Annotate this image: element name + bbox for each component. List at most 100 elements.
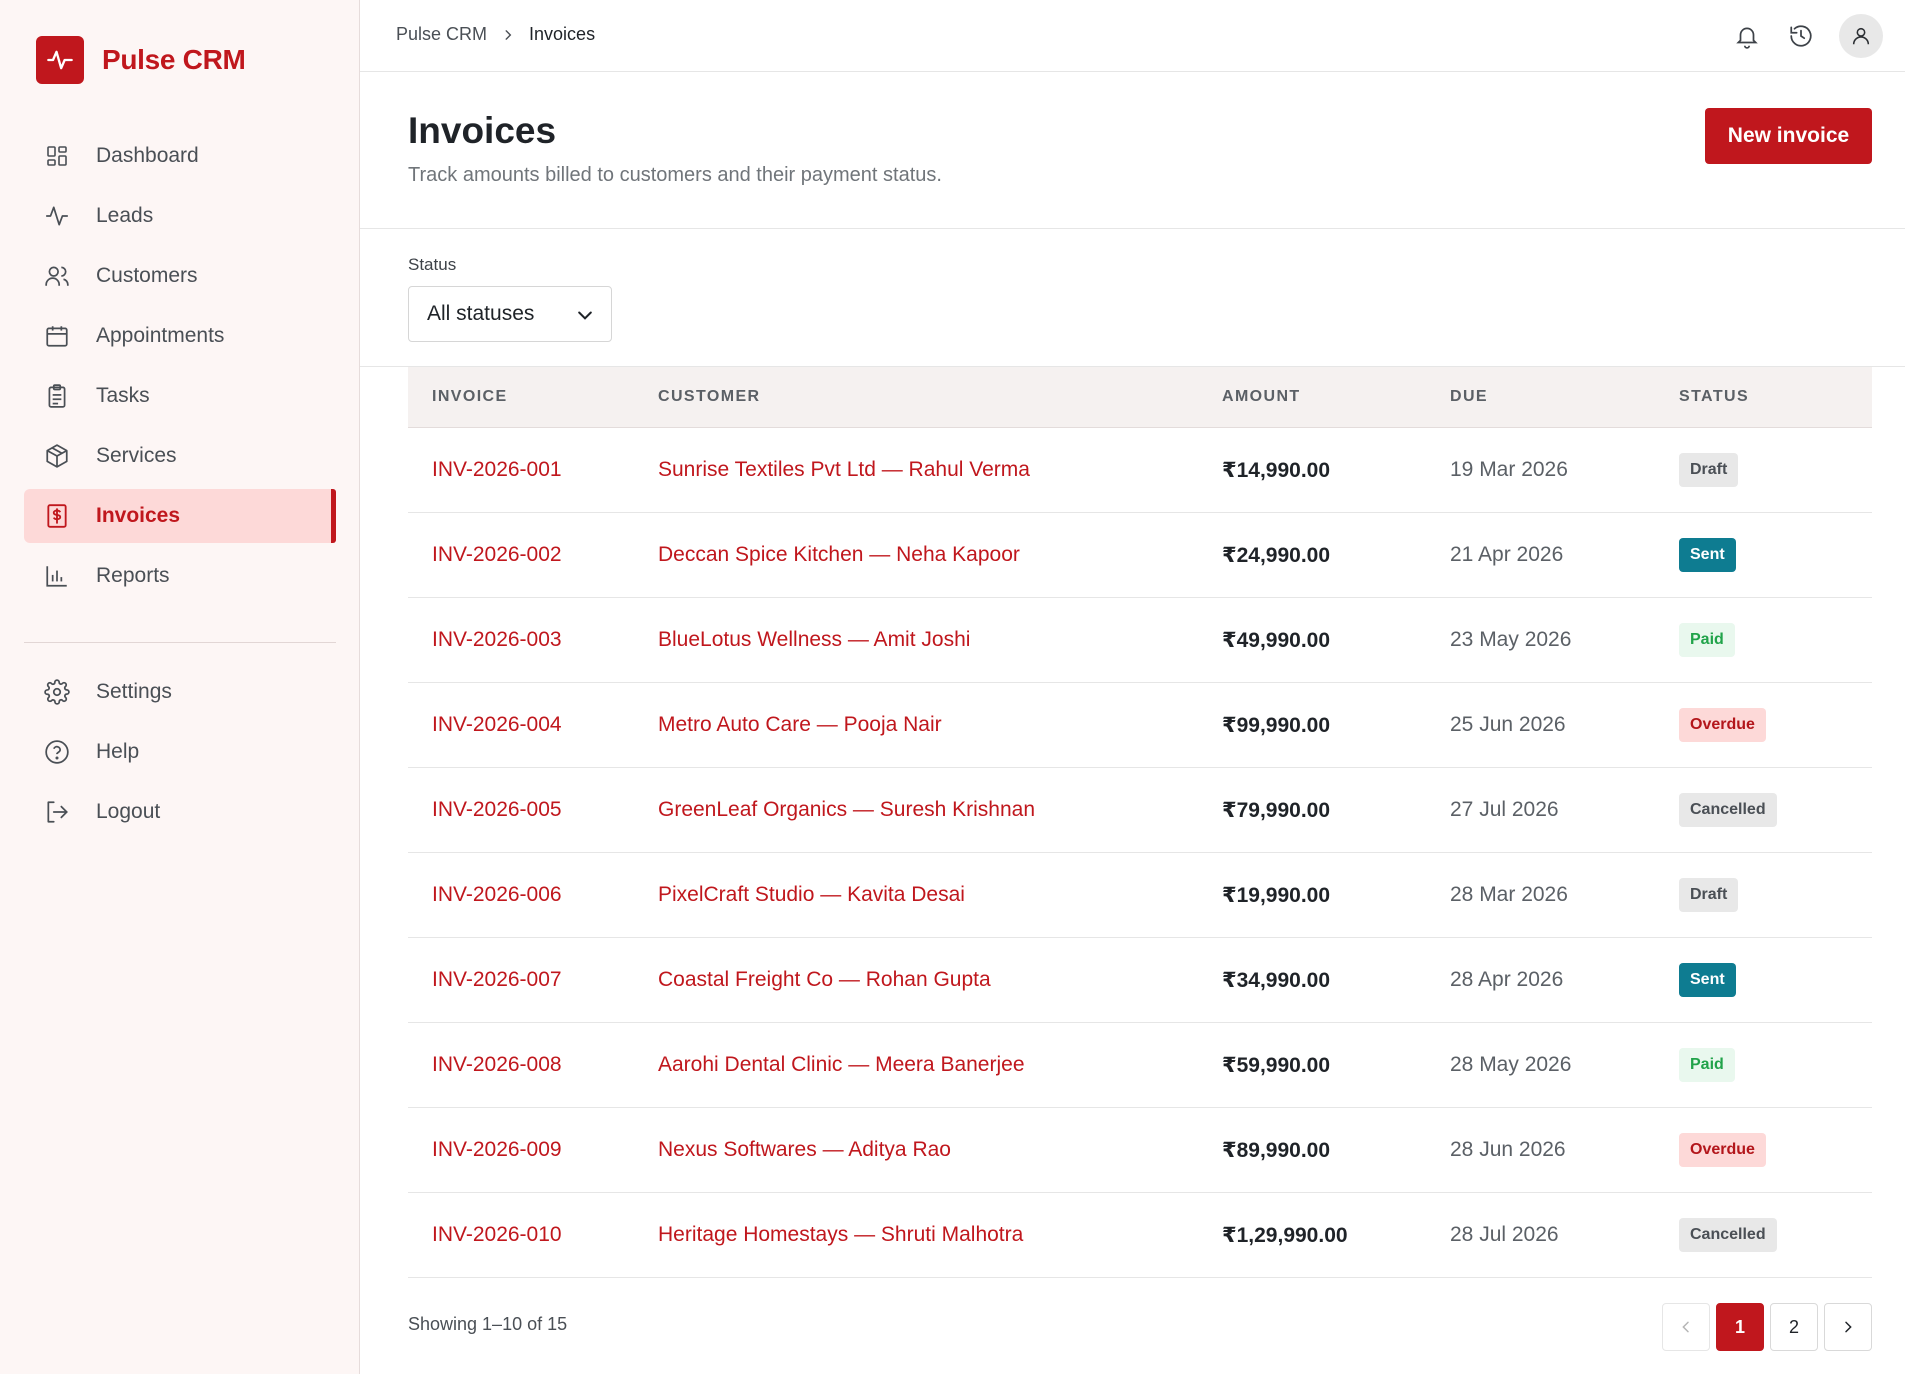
top-bar: Pulse CRM Invoices — [360, 0, 1905, 72]
sidebar-item-tasks[interactable]: Tasks — [24, 369, 336, 423]
sidebar-item-label: Customers — [96, 264, 198, 287]
invoice-link[interactable]: INV-2026-006 — [408, 883, 658, 907]
due-date-cell: 25 Jun 2026 — [1450, 713, 1566, 736]
invoice-link[interactable]: INV-2026-007 — [408, 968, 658, 992]
table-row[interactable]: INV-2026-006 PixelCraft Studio — Kavita D… — [408, 853, 1872, 938]
status-badge: Paid — [1679, 623, 1735, 657]
due-date-cell: 21 Apr 2026 — [1450, 543, 1564, 566]
column-header-status[interactable]: STATUS — [1679, 388, 1872, 406]
sidebar-item-label: Settings — [96, 680, 172, 703]
table-row[interactable]: INV-2026-005 GreenLeaf Organics — Suresh … — [408, 768, 1872, 853]
invoice-link[interactable]: INV-2026-003 — [408, 628, 658, 652]
status-filter-select[interactable]: All statuses — [408, 286, 612, 342]
table-row[interactable]: INV-2026-009 Nexus Softwares — Aditya Rao… — [408, 1108, 1872, 1193]
amount-cell: ₹49,990.00 — [1222, 628, 1331, 652]
due-date-cell: 28 Apr 2026 — [1450, 968, 1564, 991]
dashboard-icon — [42, 141, 72, 171]
customer-link[interactable]: Sunrise Textiles Pvt Ltd — Rahul Verma — [658, 458, 1222, 482]
clipboard-icon — [42, 381, 72, 411]
status-cell: Overdue — [1679, 1133, 1872, 1167]
customer-link[interactable]: Aarohi Dental Clinic — Meera Banerjee — [658, 1053, 1222, 1077]
amount-cell: ₹89,990.00 — [1222, 1138, 1331, 1162]
chevron-down-icon — [575, 305, 595, 325]
sidebar-item-label: Appointments — [96, 324, 225, 347]
customer-link[interactable]: Nexus Softwares — Aditya Rao — [658, 1138, 1222, 1162]
page-button-1[interactable]: 1 — [1716, 1303, 1764, 1351]
sidebar-item-help[interactable]: Help — [24, 725, 336, 779]
amount-cell: ₹79,990.00 — [1222, 798, 1331, 822]
page-button-2[interactable]: 2 — [1770, 1303, 1818, 1351]
status-cell: Sent — [1679, 963, 1872, 997]
customer-link[interactable]: PixelCraft Studio — Kavita Desai — [658, 883, 1222, 907]
sidebar-item-reports[interactable]: Reports — [24, 549, 336, 603]
sidebar-item-invoices[interactable]: Invoices — [24, 489, 336, 543]
table-header: INVOICE CUSTOMER AMOUNT DUE STATUS — [408, 367, 1872, 428]
invoice-link[interactable]: INV-2026-002 — [408, 543, 658, 567]
users-icon — [42, 261, 72, 291]
due-date-cell: 27 Jul 2026 — [1450, 798, 1559, 821]
page-title: Invoices — [408, 110, 557, 151]
customer-link[interactable]: GreenLeaf Organics — Suresh Krishnan — [658, 798, 1222, 822]
sidebar-item-label: Help — [96, 740, 140, 763]
sidebar-item-leads[interactable]: Leads — [24, 189, 336, 243]
amount-cell: ₹59,990.00 — [1222, 1053, 1331, 1077]
customer-link[interactable]: Heritage Homestays — Shruti Malhotra — [658, 1223, 1222, 1247]
sidebar-item-label: Leads — [96, 204, 154, 227]
breadcrumb-current: Invoices — [529, 24, 596, 44]
invoice-link[interactable]: INV-2026-004 — [408, 713, 658, 737]
table-row[interactable]: INV-2026-004 Metro Auto Care — Pooja Nair… — [408, 683, 1872, 768]
due-date-cell: 19 Mar 2026 — [1450, 458, 1568, 481]
sidebar-item-logout[interactable]: Logout — [24, 785, 336, 839]
column-header-due[interactable]: DUE — [1450, 388, 1679, 406]
sidebar-item-label: Dashboard — [96, 144, 199, 167]
column-header-invoice[interactable]: INVOICE — [408, 388, 658, 406]
table-footer: Showing 1–10 of 15 1 2 — [360, 1278, 1905, 1374]
sidebar-item-customers[interactable]: Customers — [24, 249, 336, 303]
status-badge: Paid — [1679, 1048, 1735, 1082]
table-row[interactable]: INV-2026-007 Coastal Freight Co — Rohan G… — [408, 938, 1872, 1023]
sidebar-item-appointments[interactable]: Appointments — [24, 309, 336, 363]
column-header-amount[interactable]: AMOUNT — [1222, 388, 1450, 406]
table-row[interactable]: INV-2026-008 Aarohi Dental Clinic — Meera… — [408, 1023, 1872, 1108]
due-date-cell: 28 Jul 2026 — [1450, 1223, 1559, 1246]
brand[interactable]: Pulse CRM — [36, 36, 246, 84]
customer-link[interactable]: Deccan Spice Kitchen — Neha Kapoor — [658, 543, 1222, 567]
amount-cell: ₹99,990.00 — [1222, 713, 1331, 737]
breadcrumb-root[interactable]: Pulse CRM — [396, 24, 487, 45]
invoice-link[interactable]: INV-2026-005 — [408, 798, 658, 822]
table-row[interactable]: INV-2026-003 BlueLotus Wellness — Amit Jo… — [408, 598, 1872, 683]
status-badge: Sent — [1679, 538, 1736, 572]
avatar[interactable] — [1839, 14, 1883, 58]
invoice-link[interactable]: INV-2026-010 — [408, 1223, 658, 1247]
brand-name: Pulse CRM — [102, 44, 246, 75]
table-row[interactable]: INV-2026-001 Sunrise Textiles Pvt Ltd — R… — [408, 428, 1872, 513]
sidebar-item-dashboard[interactable]: Dashboard — [24, 129, 336, 183]
breadcrumb: Pulse CRM Invoices — [396, 24, 595, 45]
secondary-nav: Settings Help Logout — [24, 665, 336, 845]
column-header-customer[interactable]: CUSTOMER — [658, 388, 1222, 406]
filter-bar: Status All statuses — [360, 229, 1905, 367]
sidebar-item-settings[interactable]: Settings — [24, 665, 336, 719]
table-row[interactable]: INV-2026-002 Deccan Spice Kitchen — Neha … — [408, 513, 1872, 598]
amount-cell: ₹14,990.00 — [1222, 458, 1331, 482]
invoice-link[interactable]: INV-2026-009 — [408, 1138, 658, 1162]
table-row[interactable]: INV-2026-010 Heritage Homestays — Shruti … — [408, 1193, 1872, 1278]
invoice-link[interactable]: INV-2026-008 — [408, 1053, 658, 1077]
bell-icon[interactable] — [1725, 14, 1769, 58]
invoice-link[interactable]: INV-2026-001 — [408, 458, 658, 482]
next-page-button[interactable] — [1824, 1303, 1872, 1351]
customer-link[interactable]: BlueLotus Wellness — Amit Joshi — [658, 628, 1222, 652]
customer-link[interactable]: Coastal Freight Co — Rohan Gupta — [658, 968, 1222, 992]
sidebar-item-label: Reports — [96, 564, 170, 587]
amount-cell: ₹24,990.00 — [1222, 543, 1331, 567]
customer-link[interactable]: Metro Auto Care — Pooja Nair — [658, 713, 1222, 737]
prev-page-button[interactable] — [1662, 1303, 1710, 1351]
history-icon[interactable] — [1779, 14, 1823, 58]
sidebar-item-label: Invoices — [96, 504, 181, 527]
new-invoice-button[interactable]: New invoice — [1705, 108, 1872, 164]
sidebar-item-services[interactable]: Services — [24, 429, 336, 483]
invoice-icon — [42, 501, 72, 531]
sidebar: Pulse CRM Dashboard Leads Customers Appo… — [0, 0, 360, 1374]
showing-count: Showing 1–10 of 15 — [408, 1314, 568, 1334]
status-cell: Draft — [1679, 878, 1872, 912]
